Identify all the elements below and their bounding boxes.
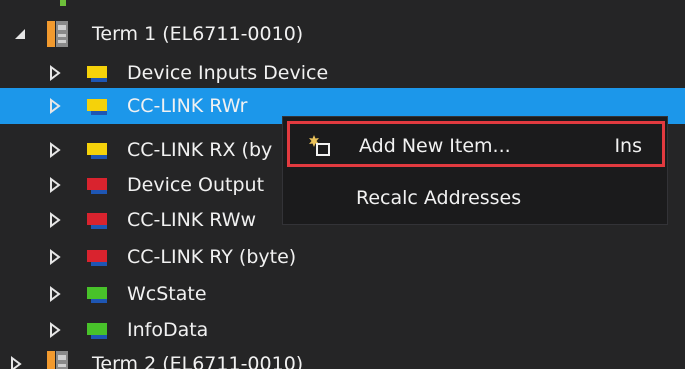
tree-item-label: Term 2 (EL6711-0010) [92,353,304,369]
tree-item-cc-link-ry-byte[interactable]: CC-LINK RY (byte) [0,239,685,275]
tree-item-label: InfoData [127,319,209,341]
tree-item-label: Term 1 (EL6711-0010) [92,23,304,45]
tree-item-wcstate[interactable]: WcState [0,276,685,312]
tree-item-term-2[interactable]: Term 2 (EL6711-0010) [0,346,685,369]
output-folder-icon [87,250,107,266]
input-folder-icon [87,66,107,82]
collapsed-arrow-icon[interactable] [47,65,63,81]
menu-item-recalc-addresses[interactable]: Recalc Addresses [283,173,667,219]
tree-item-label: CC-LINK RY (byte) [127,246,297,268]
output-folder-icon [87,213,107,229]
output-folder-icon [87,178,107,194]
tree-item-label: CC-LINK RWw [127,209,257,231]
status-folder-icon [87,323,107,339]
menu-item-shortcut: Ins [614,135,642,157]
tree-item-term-1[interactable]: Term 1 (EL6711-0010) [0,16,685,52]
tree-item-infodata[interactable]: InfoData [0,312,685,348]
tree-item-label: CC-LINK RX (by [127,139,273,161]
terminal-icon [47,21,68,47]
context-menu: Add New Item... Ins Recalc Addresses [282,116,668,225]
expanded-arrow-icon[interactable] [13,26,29,42]
status-folder-icon [87,287,107,303]
menu-item-label: Add New Item... [359,135,511,157]
solution-explorer-tree: Term 1 (EL6711-0010) Device Inputs Devic… [0,0,685,369]
collapsed-arrow-icon[interactable] [47,142,63,158]
input-folder-icon [87,143,107,159]
tree-item-label: Device Inputs Device [127,62,329,84]
collapsed-arrow-icon[interactable] [47,98,63,114]
collapsed-arrow-icon[interactable] [47,212,63,228]
previous-item-icon-edge [60,0,66,6]
tree-item-device-inputs-device[interactable]: Device Inputs Device [0,55,685,91]
tree-item-label: Device Output [127,174,265,196]
tree-item-label: CC-LINK RWr [127,95,248,117]
menu-item-add-new-item[interactable]: Add New Item... Ins [287,121,665,167]
collapsed-arrow-icon[interactable] [47,177,63,193]
collapsed-arrow-icon[interactable] [47,286,63,302]
tree-item-label: WcState [127,283,207,305]
collapsed-arrow-icon[interactable] [8,356,24,369]
add-new-item-icon [309,135,330,156]
collapsed-arrow-icon[interactable] [47,249,63,265]
collapsed-arrow-icon[interactable] [47,322,63,338]
menu-item-label: Recalc Addresses [356,187,522,209]
input-folder-icon [87,99,107,115]
terminal-icon [47,351,68,369]
